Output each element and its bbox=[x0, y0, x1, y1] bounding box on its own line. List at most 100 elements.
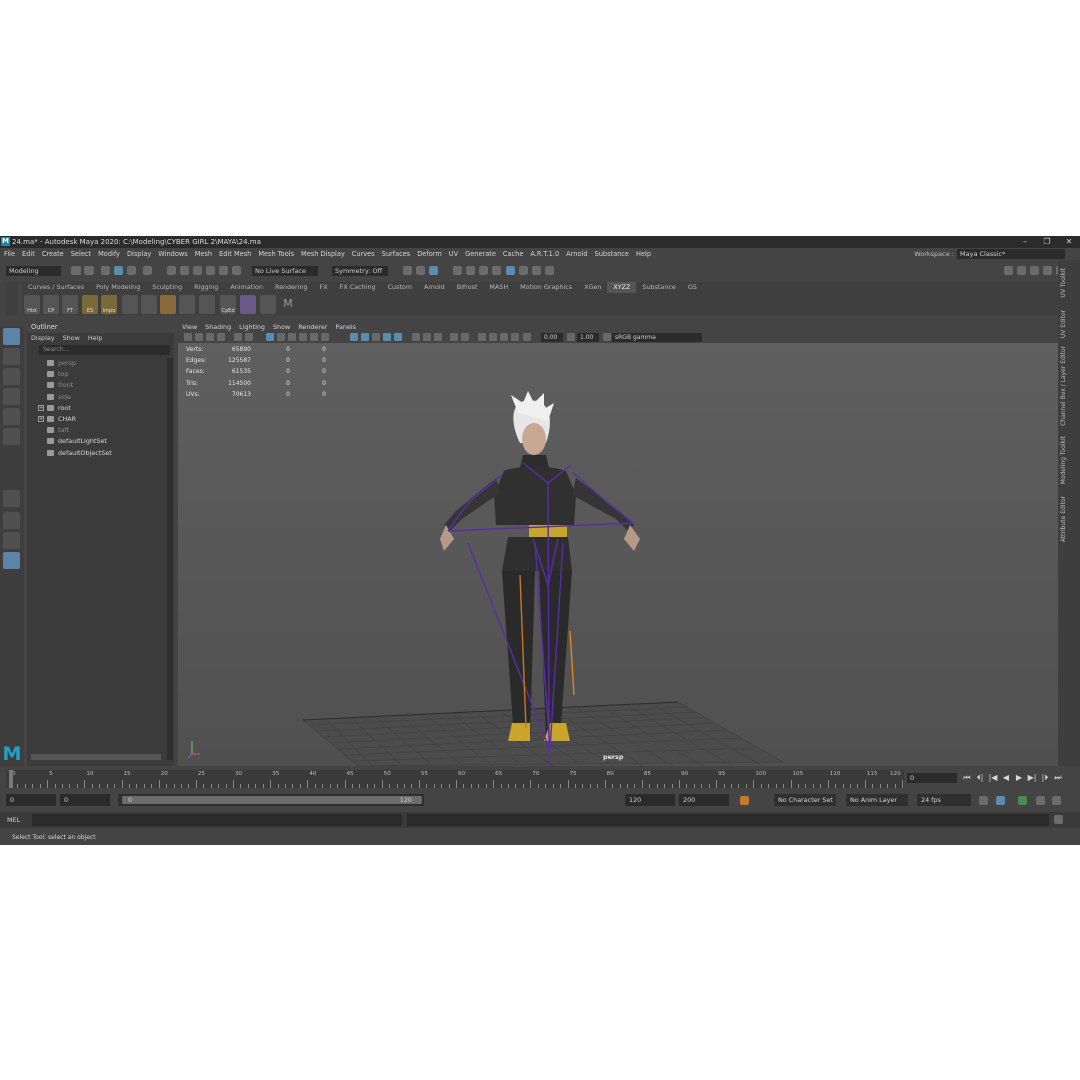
current-frame-field[interactable]: 0 bbox=[907, 773, 957, 783]
wireframe-icon[interactable] bbox=[266, 333, 274, 341]
menu-mesh-display[interactable]: Mesh Display bbox=[297, 248, 348, 260]
menu-edit-mesh[interactable]: Edit Mesh bbox=[215, 248, 254, 260]
menu-display[interactable]: Display bbox=[123, 248, 154, 260]
outliner-menu-show[interactable]: Show bbox=[59, 333, 84, 344]
outliner-item[interactable]: + root bbox=[38, 403, 71, 414]
xray-icon[interactable] bbox=[350, 333, 358, 341]
channel-box-icon[interactable] bbox=[1043, 266, 1052, 275]
anti-aliasing-icon[interactable] bbox=[423, 333, 431, 341]
step-back-key-button[interactable]: ⏴| bbox=[975, 773, 985, 783]
four-view-icon[interactable] bbox=[3, 512, 20, 529]
maximize-button[interactable]: ❐ bbox=[1036, 236, 1058, 248]
snap-view-icon[interactable] bbox=[193, 266, 202, 275]
step-forward-key-button[interactable]: |⏵ bbox=[1040, 773, 1050, 783]
render-settings-icon[interactable] bbox=[492, 266, 501, 275]
panel-menu-show[interactable]: Show bbox=[269, 322, 294, 332]
tab-modeling-toolkit[interactable]: Modeling Toolkit bbox=[1060, 436, 1067, 484]
outliner-vertical-scrollbar[interactable] bbox=[167, 358, 173, 760]
shelf-tab-rendering[interactable]: Rendering bbox=[269, 282, 314, 293]
outliner-item[interactable]: top bbox=[47, 369, 68, 380]
resolution-gate-icon[interactable] bbox=[450, 333, 458, 341]
anim-layer-dropdown[interactable]: No Anim Layer bbox=[846, 794, 908, 806]
select-object-icon[interactable] bbox=[114, 266, 123, 275]
view-transform-dropdown[interactable]: sRGB gamma bbox=[612, 333, 702, 342]
tab-uv-toolkit[interactable]: UV Toolkit bbox=[1060, 268, 1067, 298]
shelf-es-button[interactable]: ES bbox=[82, 295, 98, 314]
shelf-tab-sculpting[interactable]: Sculpting bbox=[146, 282, 188, 293]
safe-title-icon[interactable] bbox=[511, 333, 519, 341]
step-forward-frame-button[interactable]: ▶| bbox=[1027, 773, 1037, 783]
outliner-item[interactable]: + CHAR bbox=[38, 414, 76, 425]
step-back-frame-button[interactable]: |◀ bbox=[988, 773, 998, 783]
ipr-render-icon[interactable] bbox=[479, 266, 488, 275]
tab-uv-editor[interactable]: UV Editor bbox=[1060, 310, 1067, 338]
shelf-cped-button[interactable]: CpEd bbox=[220, 295, 236, 314]
auto-key-icon[interactable] bbox=[740, 796, 749, 805]
select-component-icon[interactable] bbox=[127, 266, 136, 275]
menu-help[interactable]: Help bbox=[632, 248, 654, 260]
outliner-item[interactable]: front bbox=[47, 380, 73, 391]
shelf-tool-icon[interactable] bbox=[179, 295, 195, 314]
shelf-tool-icon[interactable] bbox=[160, 295, 176, 314]
backface-icon[interactable] bbox=[372, 333, 380, 341]
snap-grid-icon[interactable] bbox=[143, 266, 152, 275]
workspace-dropdown[interactable]: Maya Classic* bbox=[957, 249, 1065, 259]
field-chart-icon[interactable] bbox=[489, 333, 497, 341]
menu-select[interactable]: Select bbox=[67, 248, 94, 260]
shelf-tab-custom[interactable]: Custom bbox=[382, 282, 418, 293]
camera-select-icon[interactable] bbox=[184, 333, 192, 341]
render-frame-icon[interactable] bbox=[416, 266, 425, 275]
shelf-maya-icon[interactable]: M bbox=[280, 295, 296, 314]
outliner-layout-icon[interactable] bbox=[3, 552, 20, 569]
smooth-shade-icon[interactable] bbox=[277, 333, 285, 341]
tool-settings-icon[interactable] bbox=[1030, 266, 1039, 275]
symmetry-dropdown[interactable]: Symmetry: Off bbox=[332, 266, 388, 276]
menu-arnold[interactable]: Arnold bbox=[562, 248, 590, 260]
menu-cache[interactable]: Cache bbox=[499, 248, 527, 260]
motion-blur-icon[interactable] bbox=[412, 333, 420, 341]
menu-create[interactable]: Create bbox=[38, 248, 67, 260]
rotate-tool-icon[interactable] bbox=[3, 408, 20, 425]
menu-file[interactable]: File bbox=[0, 248, 18, 260]
history-icon[interactable] bbox=[403, 266, 412, 275]
color-management-icon[interactable] bbox=[603, 333, 611, 341]
panel-menu-lighting[interactable]: Lighting bbox=[235, 322, 269, 332]
animation-prefs-icon[interactable] bbox=[1052, 796, 1061, 805]
command-input[interactable] bbox=[32, 814, 402, 826]
range-slider[interactable]: 0 120 bbox=[118, 794, 424, 806]
camera-attributes-icon[interactable] bbox=[195, 333, 203, 341]
shelf-hist-button[interactable]: Hist bbox=[24, 295, 40, 314]
character-set-dropdown[interactable]: No Character Set bbox=[774, 794, 836, 806]
grid-icon[interactable] bbox=[234, 333, 242, 341]
film-gate-icon[interactable] bbox=[245, 333, 253, 341]
snap-pivot-icon[interactable] bbox=[219, 266, 228, 275]
arnold-render-icon[interactable] bbox=[519, 266, 528, 275]
outliner-menu-help[interactable]: Help bbox=[84, 333, 107, 344]
safe-action-icon[interactable] bbox=[500, 333, 508, 341]
cache-playback-icon[interactable] bbox=[996, 796, 1005, 805]
play-icon[interactable] bbox=[532, 266, 541, 275]
expand-icon[interactable]: + bbox=[38, 416, 44, 422]
panel-menu-panels[interactable]: Panels bbox=[331, 322, 360, 332]
textured-icon[interactable] bbox=[299, 333, 307, 341]
gate-mask-icon[interactable] bbox=[461, 333, 469, 341]
menu-mesh[interactable]: Mesh bbox=[191, 248, 215, 260]
lasso-tool-icon[interactable] bbox=[3, 348, 20, 365]
snap-curve-icon[interactable] bbox=[167, 266, 176, 275]
move-tool-icon[interactable] bbox=[3, 388, 20, 405]
outliner-item[interactable]: defaultLightSet bbox=[47, 436, 107, 447]
menu-edit[interactable]: Edit bbox=[18, 248, 38, 260]
scale-tool-icon[interactable] bbox=[3, 428, 20, 445]
menu-art[interactable]: A.R.T.1.0 bbox=[526, 248, 562, 260]
render-current-icon[interactable] bbox=[466, 266, 475, 275]
single-view-icon[interactable] bbox=[3, 490, 20, 507]
select-hierarchy-icon[interactable] bbox=[101, 266, 110, 275]
snap-point-icon[interactable] bbox=[180, 266, 189, 275]
shelf-tab-animation[interactable]: Animation bbox=[224, 282, 269, 293]
go-to-end-button[interactable]: ⏭ bbox=[1053, 773, 1063, 783]
new-scene-icon[interactable] bbox=[71, 266, 81, 275]
time-slider[interactable]: 0 5 10 15 20 25 30 35 40 45 50 55 60 65 70 75 80 85 90 95 10… bbox=[6, 770, 904, 788]
script-editor-icon[interactable] bbox=[1054, 815, 1063, 824]
shelf-tool-icon[interactable] bbox=[240, 295, 256, 314]
shelf-tab-xgen[interactable]: XGen bbox=[578, 282, 607, 293]
